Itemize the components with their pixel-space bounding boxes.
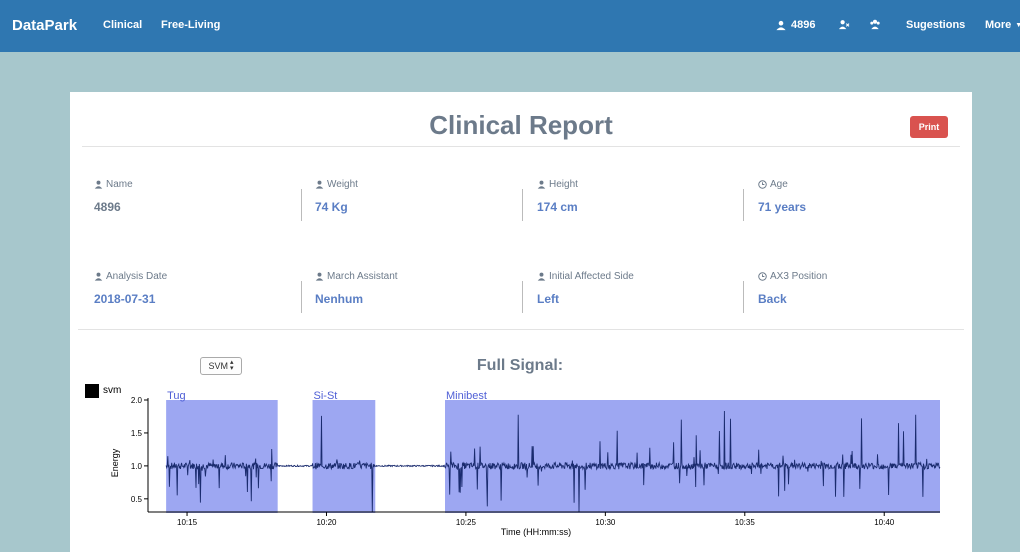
divider xyxy=(82,146,960,147)
field-height: Height 174 cm xyxy=(537,179,737,214)
x-tick-label: 10:20 xyxy=(316,518,337,527)
field-value: Nenhum xyxy=(315,292,363,306)
field-label: Height xyxy=(549,179,578,190)
x-tick-label: 10:15 xyxy=(177,518,198,527)
divider xyxy=(78,329,964,330)
field-value: 2018-07-31 xyxy=(94,292,156,306)
clock-icon xyxy=(758,180,767,189)
x-tick-label: 10:35 xyxy=(735,518,756,527)
field-label: Name xyxy=(106,179,133,190)
print-button[interactable]: Print xyxy=(910,116,948,138)
field-label: Analysis Date xyxy=(106,271,168,282)
y-axis-label: Energy xyxy=(110,448,120,477)
divider xyxy=(743,281,744,313)
y-tick-label: 1.5 xyxy=(131,429,143,438)
users-icon xyxy=(870,19,880,30)
divider xyxy=(301,281,302,313)
user-icon xyxy=(315,180,324,189)
legend-label: svm xyxy=(103,385,121,396)
clock-icon xyxy=(758,272,767,281)
divider xyxy=(743,189,744,221)
x-tick-label: 10:30 xyxy=(595,518,616,527)
legend-swatch xyxy=(85,384,99,398)
y-tick-label: 1.0 xyxy=(131,462,143,471)
field-value: 4896 xyxy=(94,200,121,214)
field-label: March Assistant xyxy=(327,271,398,282)
user-icon xyxy=(537,272,546,281)
field-analysis-date: Analysis Date 2018-07-31 xyxy=(94,271,294,306)
field-value: 74 Kg xyxy=(315,200,348,214)
user-icon xyxy=(315,272,324,281)
field-ax3-position: AX3 Position Back xyxy=(758,271,958,306)
nav-more-label: More xyxy=(985,19,1012,31)
divider xyxy=(522,189,523,221)
nav-suggestions[interactable]: Sugestions xyxy=(906,19,965,31)
user-icon xyxy=(94,272,103,281)
divider xyxy=(301,189,302,221)
nav-more-dropdown[interactable]: More ▼ xyxy=(985,19,1020,31)
x-tick-label: 10:25 xyxy=(456,518,477,527)
field-age: Age 71 years xyxy=(758,179,958,214)
field-label: Age xyxy=(770,179,788,190)
field-label: AX3 Position xyxy=(770,271,828,282)
signal-select[interactable]: SVM ▴ ▾ xyxy=(200,357,242,375)
nav-user[interactable]: 4896 xyxy=(775,19,815,31)
field-value: 71 years xyxy=(758,200,807,214)
nav-clinical[interactable]: Clinical xyxy=(103,19,142,31)
field-march-assistant: March Assistant Nenhum xyxy=(315,271,515,306)
field-label: Weight xyxy=(327,179,358,190)
region-label: Si-St xyxy=(314,390,338,402)
signal-chart: svm Tug Si-St Minibest 0.5 1.0 1.5 2.0 10:15 10… xyxy=(85,384,941,537)
divider xyxy=(522,281,523,313)
top-navbar: DataPark Clinical Free-Living 4896 Suges… xyxy=(0,0,1020,52)
user-icon xyxy=(776,20,786,30)
nav-user-id: 4896 xyxy=(791,19,816,31)
nav-remove-user[interactable] xyxy=(838,19,850,30)
user-remove-icon xyxy=(838,20,850,30)
region-label: Tug xyxy=(167,390,186,402)
field-weight: Weight 74 Kg xyxy=(315,179,515,214)
region-tug xyxy=(166,400,278,513)
region-label: Minibest xyxy=(446,390,487,402)
y-tick-label: 2.0 xyxy=(131,396,143,405)
region-minibest xyxy=(445,400,940,513)
x-tick-label: 10:40 xyxy=(874,518,895,527)
nav-free-living[interactable]: Free-Living xyxy=(161,19,220,31)
field-value: Back xyxy=(758,292,787,306)
field-value: Left xyxy=(537,292,559,306)
nav-users[interactable] xyxy=(869,19,881,30)
user-icon xyxy=(94,180,103,189)
page-title: Clinical Report xyxy=(429,110,613,140)
x-axis-label: Time (HH:mm:ss) xyxy=(501,527,571,537)
report-card: Clinical Report Print Name 4896 Weight 7… xyxy=(70,92,972,552)
user-icon xyxy=(537,180,546,189)
signal-title: Full Signal: xyxy=(476,357,564,374)
field-affected-side: Initial Affected Side Left xyxy=(537,271,737,306)
caret-down-icon: ▼ xyxy=(1015,21,1020,29)
field-name: Name 4896 xyxy=(94,179,294,214)
brand-logo[interactable]: DataPark xyxy=(12,17,77,34)
field-label: Initial Affected Side xyxy=(549,271,634,282)
signal-select-value: SVM xyxy=(208,361,228,371)
updown-icon: ▴ ▾ xyxy=(230,359,234,372)
field-value: 174 cm xyxy=(537,200,578,214)
y-tick-label: 0.5 xyxy=(131,495,143,504)
